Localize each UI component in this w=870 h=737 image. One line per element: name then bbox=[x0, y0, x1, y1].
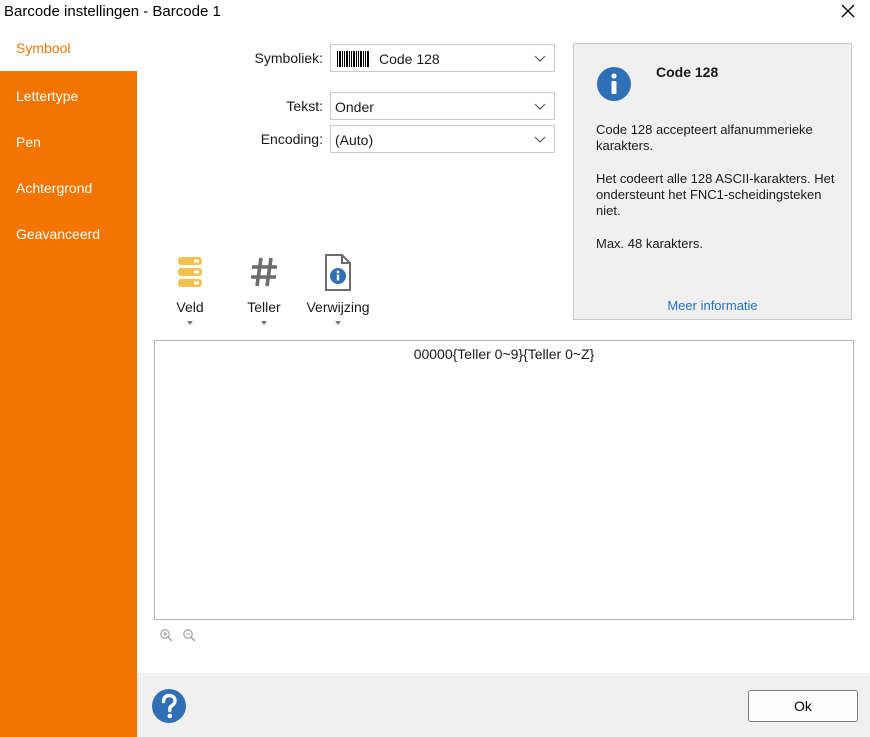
barcode-content-editor[interactable]: 00000{Teller 0~9}{Teller 0~Z} bbox=[154, 340, 854, 620]
document-info-icon bbox=[325, 254, 351, 291]
symbology-label: Symboliek: bbox=[254, 50, 323, 66]
text-position-select[interactable]: Onder bbox=[330, 92, 555, 120]
info-description: Code 128 accepteert alfanummerieke karak… bbox=[596, 122, 813, 153]
sidebar-item-label: Symbool bbox=[16, 40, 71, 56]
text-position-value: Onder bbox=[335, 99, 374, 115]
help-icon[interactable] bbox=[151, 688, 187, 724]
text-label: Tekst: bbox=[286, 98, 323, 114]
chevron-down-icon bbox=[534, 103, 546, 110]
dialog-footer: Ok bbox=[137, 673, 870, 737]
info-max-length: Max. 48 karakters. bbox=[596, 236, 703, 251]
content-panel: Symboliek: Code 128 Tekst: Onder Encodin… bbox=[137, 25, 870, 673]
sidebar-item-symbool[interactable]: Symbool bbox=[0, 25, 137, 71]
barcode-content-text: 00000{Teller 0~9}{Teller 0~Z} bbox=[413, 346, 595, 362]
ok-button[interactable]: Ok bbox=[748, 690, 858, 722]
title-bar: Barcode instellingen - Barcode 1 bbox=[0, 0, 870, 25]
reference-dropdown-caret bbox=[335, 321, 341, 325]
field-button[interactable]: Veld bbox=[155, 253, 225, 338]
info-icon bbox=[597, 67, 631, 101]
zoom-in-icon[interactable] bbox=[159, 628, 173, 642]
symbology-info-panel: Code 128 Code 128 accepteert alfanummeri… bbox=[573, 43, 852, 320]
barcode-icon bbox=[337, 51, 369, 67]
field-dropdown-caret bbox=[187, 321, 193, 325]
sidebar-item-geavanceerd[interactable]: Geavanceerd bbox=[0, 211, 137, 257]
sidebar-item-achtergrond[interactable]: Achtergrond bbox=[0, 165, 137, 211]
zoom-out-icon[interactable] bbox=[182, 628, 196, 642]
sidebar-item-label: Pen bbox=[16, 134, 41, 150]
close-icon[interactable] bbox=[840, 3, 856, 19]
sidebar-item-lettertype[interactable]: Lettertype bbox=[0, 73, 137, 119]
chevron-down-icon bbox=[534, 136, 546, 143]
counter-button[interactable]: Teller bbox=[229, 253, 299, 338]
encoding-select[interactable]: (Auto) bbox=[330, 125, 555, 153]
more-info-link[interactable]: Meer informatie bbox=[574, 298, 851, 313]
info-title: Code 128 bbox=[656, 64, 719, 80]
window-title: Barcode instellingen - Barcode 1 bbox=[4, 3, 221, 20]
encoding-value: (Auto) bbox=[335, 132, 374, 148]
field-button-label: Veld bbox=[176, 299, 204, 315]
chevron-down-icon bbox=[534, 55, 546, 62]
sidebar-item-label: Lettertype bbox=[16, 88, 79, 104]
sidebar: Symbool Lettertype Pen Achtergrond Geava… bbox=[0, 25, 137, 737]
info-ascii-note: Het codeert alle 128 ASCII-karakters. He… bbox=[596, 171, 835, 218]
symbology-value: Code 128 bbox=[379, 51, 440, 67]
counter-dropdown-caret bbox=[261, 321, 267, 325]
database-icon bbox=[178, 257, 202, 287]
reference-button[interactable]: Verwijzing bbox=[303, 253, 373, 338]
symbology-select[interactable]: Code 128 bbox=[330, 44, 555, 72]
hash-icon bbox=[251, 257, 277, 287]
counter-button-label: Teller bbox=[247, 299, 281, 315]
reference-button-label: Verwijzing bbox=[306, 299, 370, 315]
encoding-label: Encoding: bbox=[260, 131, 323, 147]
sidebar-item-label: Geavanceerd bbox=[16, 226, 101, 242]
sidebar-item-label: Achtergrond bbox=[16, 180, 93, 196]
sidebar-item-pen[interactable]: Pen bbox=[0, 119, 137, 165]
